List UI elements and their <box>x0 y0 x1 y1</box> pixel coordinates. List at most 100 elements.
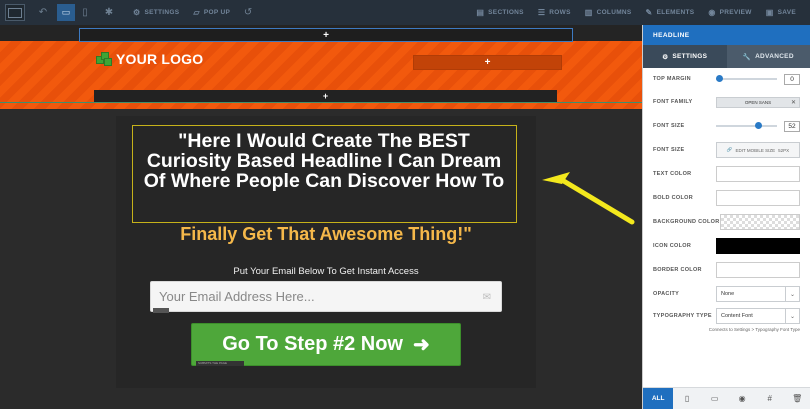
desktop-view-button[interactable]: ▭ <box>57 4 75 21</box>
bold-color-swatch[interactable] <box>716 190 800 206</box>
toolbar-elements-label: ELEMENTS <box>656 9 695 16</box>
subheadline-text[interactable]: Finally Get That Awesome Thing!" <box>116 224 536 245</box>
toolbar-sections-label: SECTIONS <box>488 9 524 16</box>
panel-footer: ALL ▯ ▭ ◉ # 🗑 <box>643 387 810 409</box>
headline-text[interactable]: "Here I Would Create The BEST Curiosity … <box>138 131 510 191</box>
top-margin-value[interactable]: 0 <box>784 73 800 85</box>
toolbar-elements[interactable]: ✎ ELEMENTS <box>646 8 695 17</box>
gear-icon: ⚙ <box>662 53 669 61</box>
font-family-value: OPEN SANS <box>744 99 772 105</box>
cta-button[interactable]: Go To Step #2 Now ➜ <box>191 323 461 366</box>
opacity-label: OPACITY <box>653 291 680 297</box>
save-icon: ▣ <box>765 8 774 17</box>
toolbar-columns[interactable]: ▥ COLUMNS <box>585 8 632 17</box>
prop-background-color: BACKGROUND COLOR <box>653 210 800 234</box>
logo[interactable]: YOUR LOGO <box>96 51 203 67</box>
edit-mobile-size-button[interactable]: 🔗 EDIT MOBILE SIZE 52PX <box>716 142 800 158</box>
background-color-swatch[interactable] <box>719 214 800 230</box>
wrench-icon: 🔧 <box>742 53 752 61</box>
toolbar-settings-label: SETTINGS <box>144 9 180 16</box>
top-margin-slider-knob[interactable] <box>716 75 723 82</box>
eye-icon[interactable]: ◉ <box>728 388 756 409</box>
elements-icon: ✎ <box>645 8 653 17</box>
toolbar-save[interactable]: ▣ SAVE <box>766 8 796 17</box>
toolbar-preview[interactable]: ◉ PREVIEW <box>708 8 751 17</box>
font-size-value[interactable]: 52 <box>784 120 800 132</box>
font-family-select[interactable]: OPEN SANS ✕ <box>716 96 800 108</box>
toolbar-columns-label: COLUMNS <box>596 9 632 16</box>
add-row-button-top[interactable]: + <box>79 28 573 42</box>
toolbar-settings[interactable]: ⚙ SETTINGS <box>133 8 179 17</box>
mobile-size-value: 52PX <box>778 147 790 153</box>
device-all-button[interactable]: ALL <box>643 388 674 409</box>
top-margin-control: 0 <box>716 73 800 85</box>
font-size-slider[interactable] <box>716 120 781 132</box>
font-size-slider-knob[interactable] <box>755 122 762 129</box>
panel-title: HEADLINE <box>643 25 810 45</box>
toolbar-rows[interactable]: ☰ ROWS <box>538 8 571 17</box>
annotation-arrow-icon <box>542 172 635 225</box>
desktop-icon[interactable]: ▭ <box>701 388 729 409</box>
toolbar-popup-label: POP UP <box>203 9 231 16</box>
toolbar-sections[interactable]: ▤ SECTIONS <box>476 8 524 17</box>
prop-mobile-size: FONT SIZE 🔗 EDIT MOBILE SIZE 52PX <box>653 138 800 162</box>
envelope-icon: ✉ <box>482 292 491 303</box>
toolbar-preview-label: PREVIEW <box>719 9 752 16</box>
typography-type-select[interactable]: Content Font ⌄ <box>716 308 800 324</box>
text-color-swatch[interactable] <box>716 166 800 182</box>
typography-note: Connects to Settings > Typography Font T… <box>708 327 800 332</box>
typography-type-value: Content Font <box>721 313 753 319</box>
tab-advanced-label: ADVANCED <box>755 53 794 60</box>
section-divider <box>0 102 642 103</box>
header-add-element-button[interactable]: + <box>413 55 562 70</box>
trash-icon[interactable]: 🗑 <box>783 388 810 409</box>
email-placeholder: Your Email Address Here... <box>159 289 315 304</box>
mobile-view-icon[interactable]: ▯ <box>75 7 95 18</box>
app-menu-icon[interactable] <box>5 4 25 21</box>
hash-icon[interactable]: # <box>756 388 784 409</box>
font-family-label: FONT FAMILY <box>653 99 693 105</box>
toolbar-popup[interactable]: ▱ POP UP <box>193 8 230 17</box>
icon-color-swatch[interactable] <box>716 238 800 254</box>
tab-settings[interactable]: ⚙ SETTINGS <box>643 45 727 68</box>
prop-font-size: FONT SIZE 52 <box>653 114 800 138</box>
chevron-down-icon: ⌄ <box>785 287 799 301</box>
font-size-label: FONT SIZE <box>653 123 685 129</box>
toolbar-rows-label: ROWS <box>549 9 571 16</box>
cta-tag: SUBMITS THE PAGE <box>196 361 244 366</box>
prop-icon-color: ICON COLOR <box>653 234 800 258</box>
properties-list: TOP MARGIN 0 FONT FAMILY OPEN SANS ✕ FON… <box>643 68 810 326</box>
tab-advanced[interactable]: 🔧 ADVANCED <box>726 45 810 68</box>
top-margin-label: TOP MARGIN <box>653 76 691 82</box>
opacity-value: None <box>721 291 735 297</box>
icon-color-label: ICON COLOR <box>653 243 692 249</box>
bold-color-label: BOLD COLOR <box>653 195 693 201</box>
opacity-select[interactable]: None ⌄ <box>716 286 800 302</box>
logo-text: YOUR LOGO <box>116 51 204 67</box>
toolbar-right: ▤ SECTIONS ☰ ROWS ▥ COLUMNS ✎ ELEMENTS ◉… <box>462 0 810 25</box>
page-canvas: + YOUR LOGO + + "Here I Would Create The… <box>0 25 642 409</box>
edit-mobile-size-label: EDIT MOBILE SIZE <box>735 147 776 153</box>
tab-settings-label: SETTINGS <box>672 53 708 60</box>
input-tag <box>153 308 169 313</box>
device-all-label: ALL <box>651 395 665 402</box>
prop-bold-color: BOLD COLOR <box>653 186 800 210</box>
history-icon[interactable]: ↺ <box>238 7 258 18</box>
clear-icon[interactable]: ✕ <box>791 99 796 106</box>
prop-text-color: TEXT COLOR <box>653 162 800 186</box>
prop-opacity: OPACITY None ⌄ <box>653 282 800 306</box>
top-margin-slider[interactable] <box>716 73 781 85</box>
email-input[interactable]: Your Email Address Here... ✉ <box>150 281 502 312</box>
bug-icon[interactable]: ✱ <box>99 7 119 18</box>
mobile-size-label: FONT SIZE <box>653 147 685 153</box>
columns-icon: ▥ <box>584 8 593 17</box>
logo-icon <box>96 51 113 67</box>
undo-icon[interactable]: ↶ <box>33 7 53 18</box>
prop-typography-type: TYPOGRAPHY TYPE Content Font ⌄ <box>653 306 800 326</box>
prop-font-family: FONT FAMILY OPEN SANS ✕ <box>653 90 800 114</box>
toolbar-save-label: SAVE <box>777 9 796 16</box>
add-row-button-mid[interactable]: + <box>94 90 557 102</box>
eye-icon: ◉ <box>708 8 716 17</box>
border-color-swatch[interactable] <box>716 262 800 278</box>
mobile-icon[interactable]: ▯ <box>673 388 701 409</box>
